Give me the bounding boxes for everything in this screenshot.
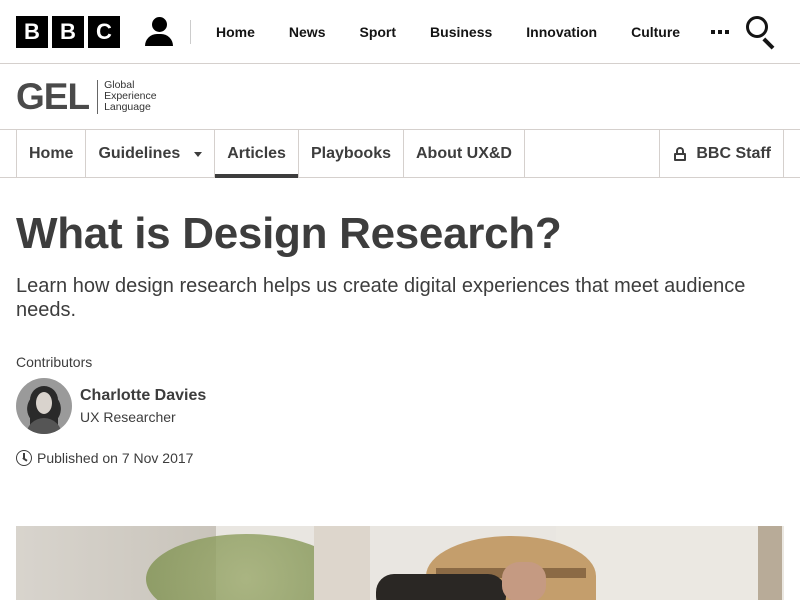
gel-logo[interactable]: GEL <box>16 76 90 118</box>
gel-logo-subtitle: Global Experience Language <box>104 80 157 113</box>
masthead-divider <box>190 19 191 44</box>
contributor-card: Charlotte Davies UX Researcher <box>16 378 784 434</box>
section-nav-about[interactable]: About UX&D <box>404 130 525 178</box>
page-title: What is Design Research? <box>16 209 562 258</box>
top-nav-culture[interactable]: Culture <box>614 24 697 40</box>
account-icon[interactable] <box>144 16 174 47</box>
hero-image <box>16 526 784 600</box>
section-nav-label: Articles <box>227 145 286 162</box>
bbc-top-nav: Home News Sport Business Innovation Cult… <box>199 24 697 40</box>
gel-subtitle-line: Language <box>104 101 151 113</box>
top-nav-business[interactable]: Business <box>413 24 509 40</box>
chevron-down-icon <box>194 151 203 157</box>
section-nav-home[interactable]: Home <box>17 130 87 178</box>
bbc-masthead: B B C Home News Sport Business Innovatio… <box>0 0 800 64</box>
bbc-staff-label: BBC Staff <box>696 145 771 162</box>
section-nav-guidelines[interactable]: Guidelines <box>86 130 216 178</box>
section-nav-label: Guidelines <box>98 145 181 162</box>
article-lede: Learn how design research helps us creat… <box>16 275 746 321</box>
section-nav: Home Guidelines Articles Playbooks About… <box>0 130 800 178</box>
search-icon[interactable] <box>744 14 778 50</box>
contributors-label: Contributors <box>16 354 93 370</box>
bbc-logo[interactable]: B B C <box>16 15 120 48</box>
section-nav-list: Home Guidelines Articles Playbooks About… <box>16 130 525 178</box>
contributor-role: UX Researcher <box>80 409 176 425</box>
section-nav-playbooks[interactable]: Playbooks <box>299 130 404 178</box>
bbc-logo-block: C <box>88 15 120 48</box>
avatar <box>16 378 72 434</box>
top-nav-innovation[interactable]: Innovation <box>509 24 614 40</box>
gel-header: GEL Global Experience Language <box>0 64 800 130</box>
bbc-staff-link[interactable]: BBC Staff <box>659 130 784 178</box>
section-nav-label: About UX&D <box>415 145 512 162</box>
top-nav-news[interactable]: News <box>272 24 343 40</box>
section-nav-label: Home <box>29 145 74 162</box>
gel-logo-divider <box>97 79 99 114</box>
published-text: Published on 7 Nov 2017 <box>37 450 194 466</box>
article-header: What is Design Research? Learn how desig… <box>0 210 800 466</box>
section-nav-label: Playbooks <box>310 145 391 162</box>
clock-icon <box>16 450 32 466</box>
more-menu-icon[interactable] <box>711 29 730 34</box>
bbc-logo-block: B <box>52 15 84 48</box>
top-nav-home[interactable]: Home <box>199 24 272 40</box>
lock-icon <box>674 147 687 161</box>
section-nav-articles[interactable]: Articles <box>215 130 299 178</box>
contributor-name[interactable]: Charlotte Davies <box>80 387 206 405</box>
published-date: Published on 7 Nov 2017 <box>16 450 784 466</box>
bbc-logo-block: B <box>16 15 48 48</box>
top-nav-sport[interactable]: Sport <box>342 24 413 40</box>
